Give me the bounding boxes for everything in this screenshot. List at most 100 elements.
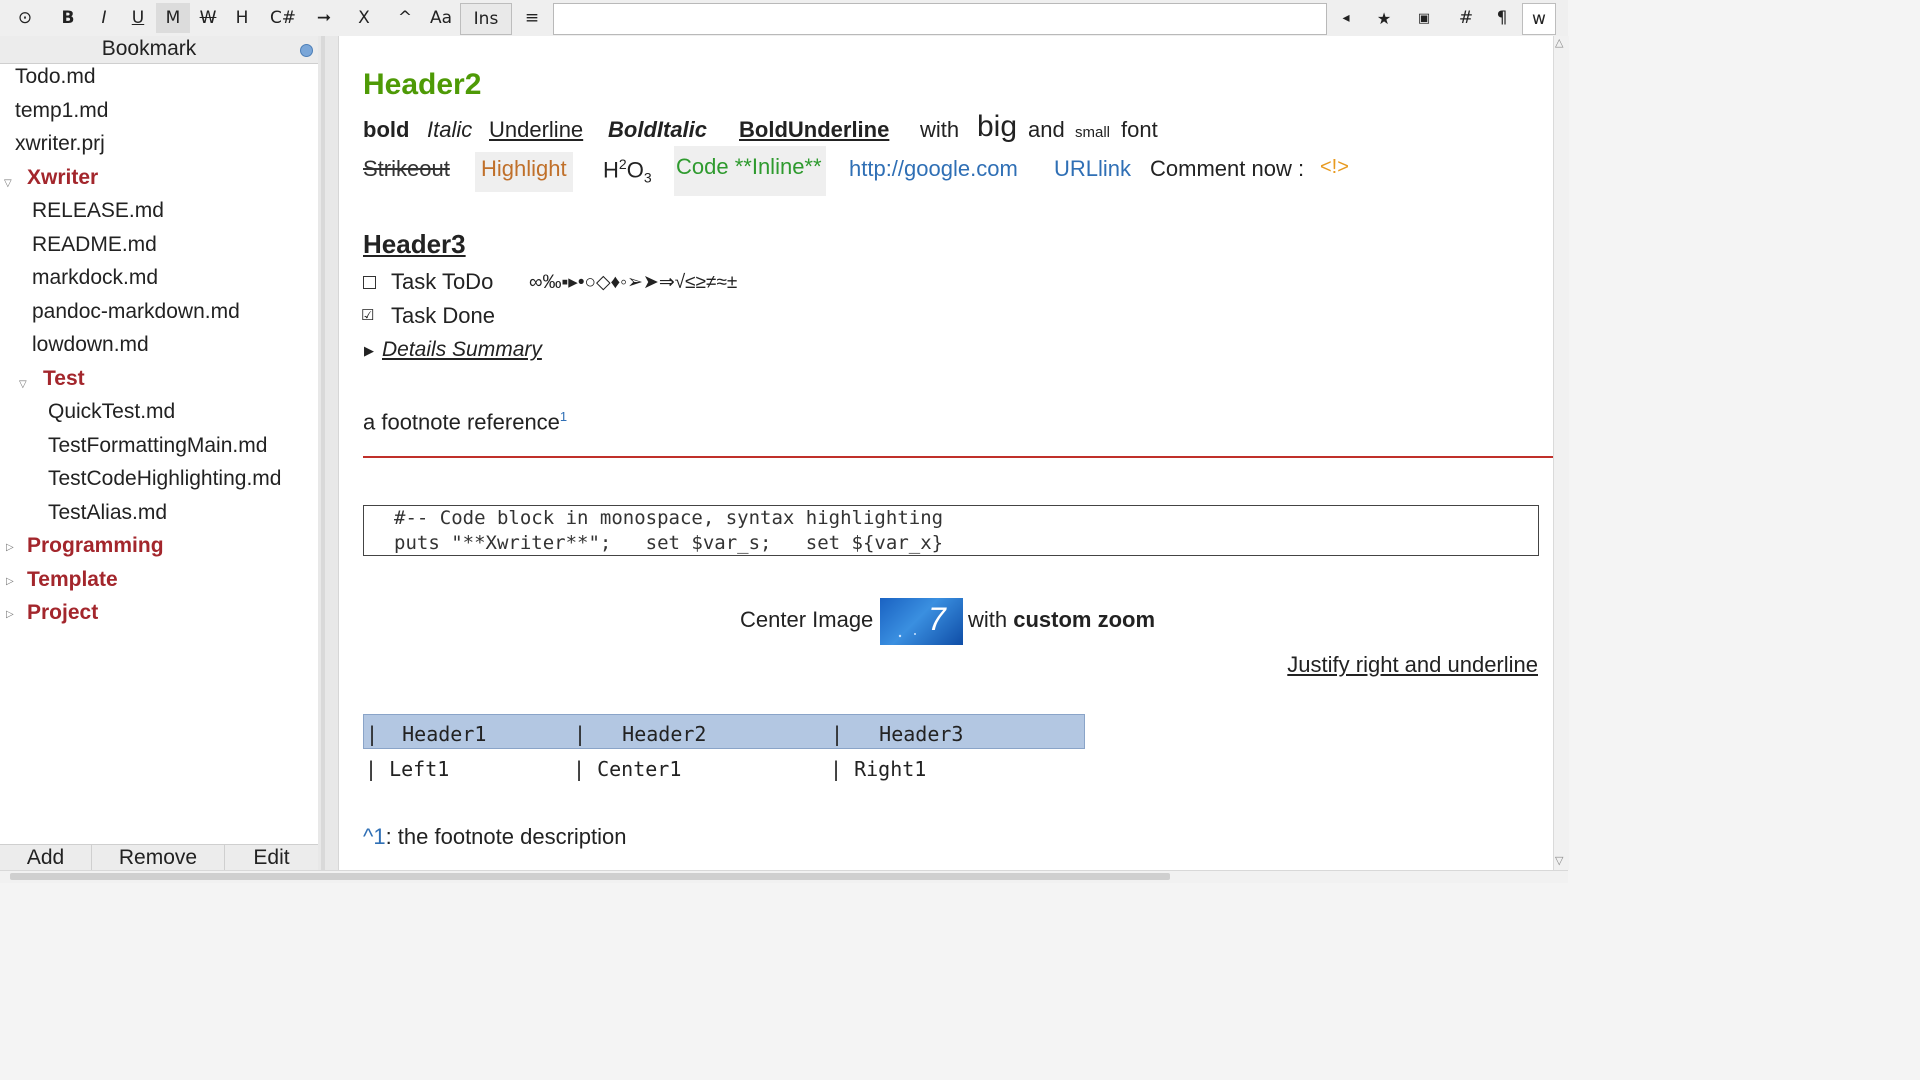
tree-item-pandoc[interactable]: pandoc-markdown.md [32,299,240,325]
and-text: and [1028,117,1065,142]
comment-label: Comment now : [1150,156,1305,181]
chemical-formula: H2O3 [603,156,652,186]
task-done-text: Task Done [391,303,495,328]
italic-button[interactable]: I [88,3,120,33]
tree-item-testalias[interactable]: TestAlias.md [48,500,167,526]
sidebar-title: Bookmark [101,37,197,60]
details-summary[interactable]: Details Summary [382,338,542,362]
tree-item-release[interactable]: RELEASE.md [32,198,164,224]
with-text: with [920,117,960,142]
toolbar: ⊙ B I U M W H C# ➞ X ^ Aa Ins ≡ ◂ ★ ▣ # … [0,0,1568,37]
search-input[interactable] [553,3,1327,35]
footnote-paragraph: a footnote reference1 [363,409,567,435]
code-line: puts "**Xwriter**"; set $var_s; set ${va… [394,532,944,554]
task-todo-text: Task ToDo [391,269,494,294]
tree-folder-test[interactable]: Test [43,366,85,392]
horizontal-rule [363,456,1553,458]
italic-text: Italic [427,117,473,142]
disclosure-triangle-icon[interactable]: ▶ [364,343,374,359]
footnote-text: a footnote reference [363,409,560,435]
table-cell: | Center1 [573,757,682,781]
bookmark-sidebar: Bookmark Todo.md temp1.md xwriter.prj ▽ … [0,36,319,871]
bookmark-star-button[interactable]: ★ [1368,3,1400,33]
back-button[interactable]: ◂ [1330,3,1362,33]
custom-zoom-paragraph: with custom zoom [968,607,1155,633]
table-header-cell: | Header2 [574,722,707,746]
footnote-description: ^1: the footnote description [363,824,627,850]
remove-button[interactable]: Remove [92,844,225,871]
close-x-button[interactable]: X [346,3,382,33]
scrollbar-thumb[interactable] [10,873,1170,880]
tree-item-lowdown[interactable]: lowdown.md [32,332,149,358]
checkbox-unchecked-icon[interactable] [363,276,376,289]
superscript-button[interactable]: ^ [388,3,422,33]
collapsed-triangle-icon[interactable]: ▷ [6,542,14,553]
number-button[interactable]: # [1450,3,1482,33]
paragraph-button[interactable]: ¶ [1486,3,1518,33]
tree-folder-programming[interactable]: Programming [27,533,164,559]
strikeout-button[interactable]: W [192,3,224,33]
highlight-text: Highlight [475,152,573,192]
big-text: big [977,110,1018,143]
table-header-row: | Header1 | Header2 | Header3 [363,714,1085,749]
tree-item-quicktest[interactable]: QuickTest.md [48,399,175,425]
justify-right-text: Justify right and underline [1287,652,1538,677]
formula-h: H [603,157,619,183]
footnote-ref-link[interactable]: 1 [560,409,567,424]
font-text: font [1121,117,1158,142]
custom-zoom-bold: custom zoom [1013,607,1156,632]
vertical-scrollbar[interactable]: △ ▽ [1553,36,1569,870]
insert-mode-button[interactable]: Ins [460,3,512,35]
table-cell: | Right1 [830,757,927,781]
scroll-up-icon[interactable]: △ [1555,36,1563,49]
comment-marker: <!> [1320,156,1349,178]
header-button[interactable]: H [226,3,258,33]
toggle-sidebar-button[interactable]: ⊙ [6,3,44,33]
underline-button[interactable]: U [122,3,154,33]
windows7-logo-icon: 7 [898,601,947,638]
code-line: #-- Code block in monospace, syntax high… [394,507,944,529]
case-button[interactable]: Aa [424,3,458,33]
mark-button[interactable]: M [156,3,190,33]
collapsed-triangle-icon[interactable]: ▷ [6,609,14,620]
menu-button[interactable]: ≡ [516,3,548,33]
center-image-label: Center Image [740,607,874,632]
tree-item-xwriter-prj[interactable]: xwriter.prj [15,131,105,157]
tree-item-todo[interactable]: Todo.md [15,64,96,90]
tree-item-readme[interactable]: README.md [32,232,157,258]
wrap-button[interactable]: w [1522,3,1556,35]
boldunderline-text: BoldUnderline [739,117,890,142]
preview-button[interactable]: ▣ [1408,3,1440,33]
status-dot-icon[interactable] [300,44,313,57]
add-button[interactable]: Add [0,844,92,871]
expanded-triangle-icon[interactable]: ▽ [19,379,27,390]
scroll-down-icon[interactable]: ▽ [1555,854,1563,867]
tree-item-testcodehighlighting[interactable]: TestCodeHighlighting.md [48,466,281,492]
url-link[interactable]: URLlink [1054,156,1131,182]
strikeout-text: Strikeout [363,156,450,181]
pilcrow-icon: ¶ [1496,8,1508,28]
tree-folder-xwriter[interactable]: Xwriter [27,165,98,191]
tree-folder-template[interactable]: Template [27,567,118,593]
horizontal-scrollbar[interactable] [0,870,1568,883]
arrow-right-icon: ➞ [316,8,332,28]
tree-folder-project[interactable]: Project [27,600,98,626]
table-header-cell: | Header3 [831,722,964,746]
checkbox-checked-icon[interactable]: ☑ [361,306,374,324]
expanded-triangle-icon[interactable]: ▽ [4,178,12,189]
tree-item-testformatting[interactable]: TestFormattingMain.md [48,433,267,459]
collapsed-triangle-icon[interactable]: ▷ [6,576,14,587]
document-view[interactable]: Header2 bold Italic Underline BoldItalic… [339,36,1553,870]
bold-text: bold [363,117,410,142]
bold-button[interactable]: B [52,3,84,33]
arrow-button[interactable]: ➞ [306,3,342,33]
splitter-handle[interactable] [318,36,339,870]
circle-dot-icon: ⊙ [17,8,33,28]
footnote-backlink[interactable]: ^1 [363,824,386,849]
edit-button[interactable]: Edit [225,844,319,871]
tree-item-temp1[interactable]: temp1.md [15,98,108,124]
svg-text:7: 7 [928,601,947,637]
tree-item-markdock[interactable]: markdock.md [32,265,158,291]
google-link[interactable]: http://google.com [849,156,1018,182]
code-button[interactable]: C# [262,3,304,33]
